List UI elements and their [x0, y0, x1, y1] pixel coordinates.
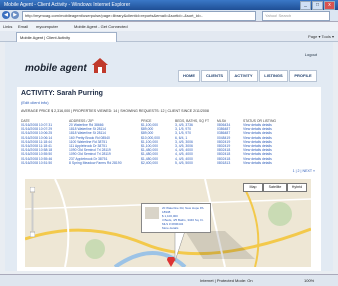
window-controls: _ □ x [300, 1, 335, 10]
title-bar: Mobile Agent - Client Activity - Windows… [0, 0, 338, 10]
property-thumbnail[interactable] [145, 207, 159, 219]
search-input[interactable]: Yahoo! Search [262, 11, 330, 21]
url-field[interactable]: http://mymoag.com/mobileagent/userpulse/… [22, 11, 256, 21]
window-title: Mobile Agent - Client Activity - Windows… [4, 2, 131, 8]
map-type-map[interactable]: Map [243, 183, 263, 192]
browser-tab[interactable]: Mobile Agent | Client Activity [16, 32, 117, 42]
map-marker-icon[interactable] [167, 257, 175, 267]
link-email[interactable]: Email [18, 22, 28, 31]
links-bar: Links Email mycomputer Mobile Agent - Ge… [0, 22, 338, 31]
nav-profile[interactable]: PROFILE [289, 70, 317, 82]
nav-activity[interactable]: ACTIVITY [229, 70, 258, 82]
activity-rows: 01/16/2008 10:07:31 20 Waterline Rd 38666… [21, 123, 313, 165]
site-logo[interactable]: mobile agent [25, 63, 87, 74]
table-cell: 5, 4/5, 5000 [175, 160, 193, 165]
info-address: 20 Waterline Rd, New Hope PA 18938 [162, 206, 204, 214]
edit-client-link[interactable]: (Edit client info) [21, 100, 49, 105]
map-type-satellite[interactable]: Satellite [263, 183, 287, 192]
forward-icon[interactable]: ▶ [11, 11, 19, 19]
links-label: Links [3, 24, 13, 29]
logout-link[interactable]: Logout [305, 52, 317, 57]
info-text: 20 Waterline Rd, New Hope PA 18938 $ 1,1… [162, 206, 208, 230]
map-type-hybrid[interactable]: Hybrid [287, 183, 307, 192]
map-info-window: 20 Waterline Rd, New Hope PA 18938 $ 1,1… [141, 203, 211, 233]
activity-table: DATE ADDRESS / ZIP PRICE BEDS, BATHS, SQ… [21, 119, 313, 165]
toolbar-tools[interactable]: Page ▾ Tools ▾ [308, 32, 334, 41]
site-header: mobile agent Logout HOME CLIENTS ACTIVIT… [13, 45, 325, 87]
activity-panel: ACTIVITY: Sarah Purring (Edit client inf… [17, 87, 321, 271]
tab-bar: Mobile Agent | Client Activity Page ▾ To… [0, 31, 338, 42]
client-stats: AVERAGE PRICE $ 2,316,000 | PROPERTIES V… [21, 109, 209, 113]
table-cell: $2,400,000 [141, 160, 158, 165]
close-button[interactable]: x [324, 1, 335, 10]
table-cell: 8 Spring Meadow Farms Rd 28190 [69, 160, 122, 165]
zoom-level[interactable]: 100% [304, 275, 314, 286]
back-icon[interactable]: ◀ [2, 11, 10, 19]
table-row[interactable]: 01/16/2008 10:51:50 8 Spring Meadow Farms… [21, 161, 313, 165]
maximize-button[interactable]: □ [312, 1, 323, 10]
table-cell: View details details [243, 160, 272, 165]
address-bar: ◀ ▶ http://mymoag.com/mobileagent/userpu… [0, 10, 338, 22]
status-bar: Internet | Protected Mode: On 100% [0, 274, 338, 286]
nav-clients[interactable]: CLIENTS [201, 70, 228, 82]
table-cell: 0801813 [217, 160, 231, 165]
link-mobile-agent[interactable]: Mobile Agent - Get Connected [74, 22, 128, 31]
table-cell: 01/16/2008 10:51:50 [21, 160, 53, 165]
map-view[interactable]: Map Satellite Hybrid 20 Waterline Rd, Ne… [25, 179, 311, 267]
minimize-button[interactable]: _ [300, 1, 311, 10]
nav-listings[interactable]: LISTINGS [259, 70, 288, 82]
nav-home[interactable]: HOME [178, 70, 200, 82]
house-logo-icon [92, 58, 108, 73]
zoom-control[interactable] [30, 187, 35, 237]
browser-window: Mobile Agent - Client Activity - Windows… [0, 0, 338, 286]
page-content: mobile agent Logout HOME CLIENTS ACTIVIT… [5, 42, 333, 271]
security-zone: Internet | Protected Mode: On [200, 278, 253, 283]
link-mycomputer[interactable]: mycomputer [36, 22, 58, 31]
page-title: ACTIVITY: Sarah Purring [21, 90, 103, 97]
info-more-link[interactable]: More details [162, 226, 208, 230]
pagination[interactable]: 1 | 2 | NEXT » [293, 169, 315, 173]
